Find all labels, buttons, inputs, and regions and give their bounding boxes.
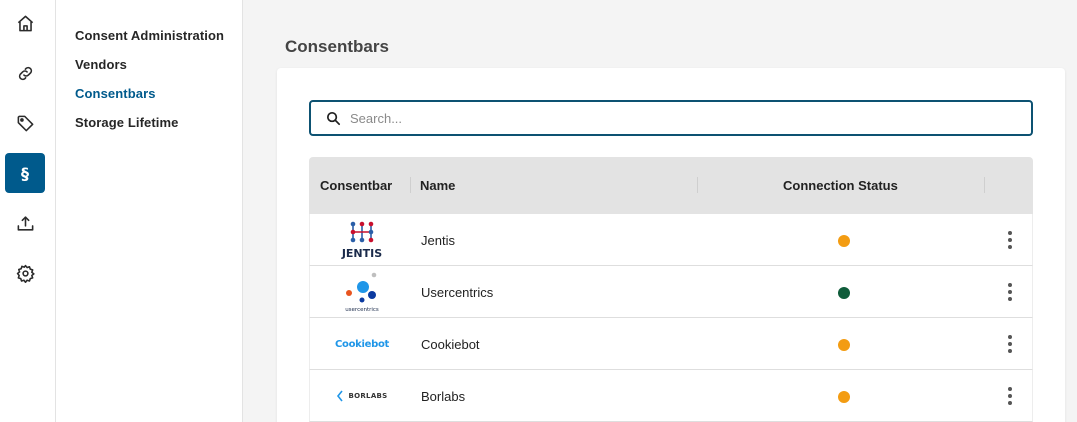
consent-subnav: Consent Administration Vendors Consentba… <box>56 0 243 422</box>
consentbar-name: Usercentrics <box>421 284 494 300</box>
rail-links-button[interactable] <box>5 53 45 93</box>
table-header: Consentbar Name Connection Status <box>309 157 1033 214</box>
column-divider <box>984 177 985 193</box>
rail-tags-button[interactable] <box>5 103 45 143</box>
column-header-connection-status[interactable]: Connection Status <box>783 157 898 214</box>
row-actions-menu-icon[interactable] <box>1000 334 1020 354</box>
usercentrics-logo-text: usercentrics <box>345 307 379 313</box>
search-box[interactable] <box>309 100 1033 136</box>
consentbar-name: Cookiebot <box>421 336 480 352</box>
search-input[interactable] <box>350 110 1010 126</box>
table-row[interactable]: usercentrics Usercentrics <box>309 266 1033 318</box>
rail-home-button[interactable] <box>5 3 45 43</box>
home-icon <box>17 15 33 31</box>
subnav-item-consent-administration[interactable]: Consent Administration <box>75 28 224 43</box>
cookiebot-logo: Cookiebot <box>330 318 394 370</box>
consentbars-card: Consentbar Name Connection Status JENTIS <box>277 68 1065 422</box>
usercentrics-logo: usercentrics <box>330 266 394 318</box>
jentis-logo-text: JENTIS <box>341 247 382 260</box>
table-row[interactable]: Cookiebot Cookiebot <box>309 318 1033 370</box>
column-header-consentbar[interactable]: Consentbar <box>320 157 392 214</box>
jentis-logo: JENTIS <box>330 214 394 266</box>
borlabs-logo: BORLABS <box>330 370 394 422</box>
connection-status-indicator <box>838 391 850 403</box>
table-row[interactable]: BORLABS Borlabs <box>309 370 1033 422</box>
consentbar-name: Jentis <box>421 232 455 248</box>
paragraph-icon: § <box>21 163 29 183</box>
subnav-item-storage-lifetime[interactable]: Storage Lifetime <box>75 115 178 130</box>
tag-icon <box>17 115 33 131</box>
consentbar-name: Borlabs <box>421 388 466 404</box>
icon-rail: § <box>0 0 56 422</box>
column-divider <box>697 177 698 193</box>
borlabs-logo-text: BORLABS <box>348 392 388 400</box>
gear-icon <box>16 264 35 283</box>
subnav-item-consentbars[interactable]: Consentbars <box>75 86 156 101</box>
cookiebot-logo-text: Cookiebot <box>334 338 390 350</box>
page-title: Consentbars <box>285 37 389 56</box>
search-icon <box>326 111 341 125</box>
rail-settings-button[interactable] <box>5 253 45 293</box>
column-header-name[interactable]: Name <box>420 157 455 214</box>
subnav-item-vendors[interactable]: Vendors <box>75 57 127 72</box>
row-actions-menu-icon[interactable] <box>1000 386 1020 406</box>
rail-consent-button[interactable]: § <box>5 153 45 193</box>
row-actions-menu-icon[interactable] <box>1000 282 1020 302</box>
upload-icon <box>17 215 33 231</box>
row-actions-menu-icon[interactable] <box>1000 230 1020 250</box>
column-divider <box>410 177 411 193</box>
consentbars-table: Consentbar Name Connection Status JENTIS <box>309 157 1033 422</box>
table-row[interactable]: JENTIS Jentis <box>309 214 1033 266</box>
link-icon <box>18 66 32 80</box>
connection-status-indicator <box>838 235 850 247</box>
connection-status-indicator <box>838 339 850 351</box>
rail-publish-button[interactable] <box>5 203 45 243</box>
connection-status-indicator <box>838 287 850 299</box>
